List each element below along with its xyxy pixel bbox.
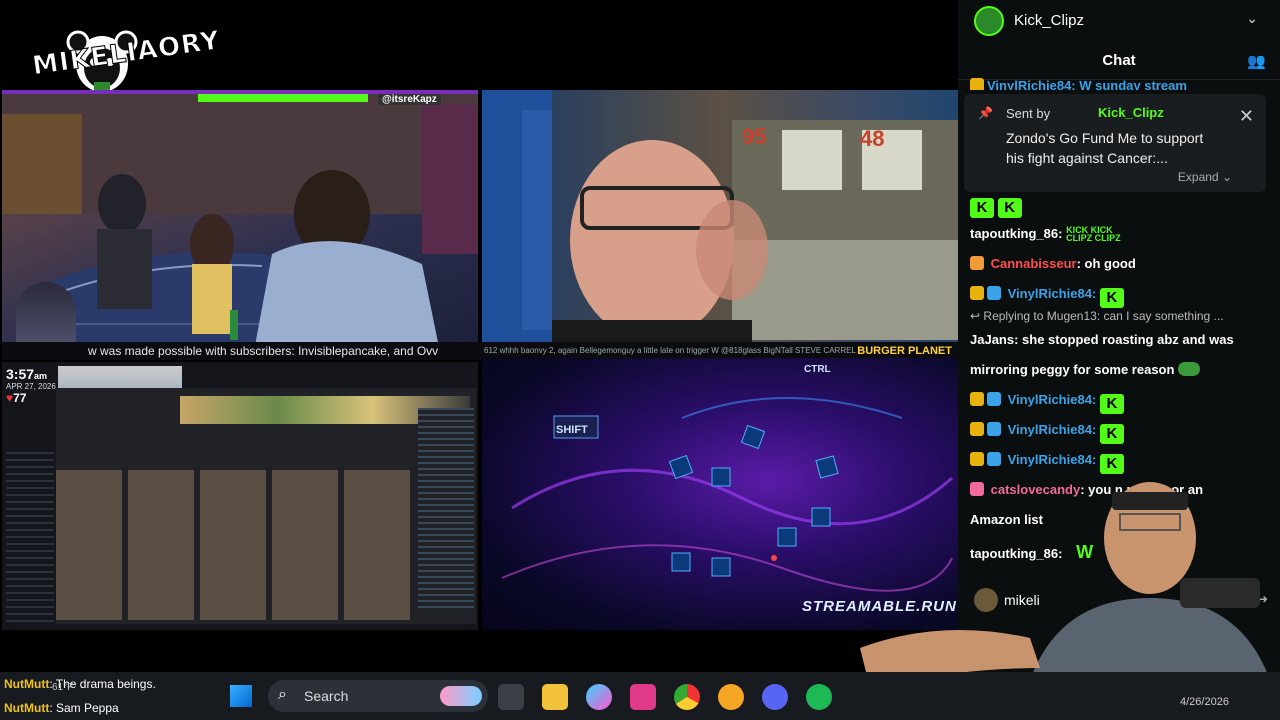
expand-button[interactable]: Expand ⌄: [1178, 170, 1232, 184]
chrome-icon[interactable]: [674, 684, 700, 710]
reply-context: ↩ Replying to Mugen13: can I say somethi…: [970, 309, 1224, 323]
windows-start-icon[interactable]: [230, 685, 252, 707]
browser-window: [56, 388, 476, 624]
chat-message: Cannabisseur: oh good: [970, 256, 1136, 271]
overlay-bar: [198, 94, 368, 102]
channel-name[interactable]: Kick_Clipz: [1014, 12, 1084, 29]
pepe-emote-icon: [1178, 362, 1201, 376]
chat-message: VinylRichie84: K: [970, 286, 1124, 308]
chat-text: : she stopped roasting abz and was: [1014, 332, 1234, 347]
price-tag-2: 48: [860, 126, 885, 151]
chat-username[interactable]: VinylRichie84:: [1008, 452, 1097, 467]
reply-icon: ↩: [970, 309, 981, 323]
stream-panel-desktop: 3:57am APR 27, 2026 ♥77: [2, 362, 478, 630]
clock-time: 3:57am: [6, 366, 48, 382]
task-view-icon[interactable]: [498, 684, 524, 710]
viewer-count: ♥77: [6, 391, 27, 405]
discord-icon[interactable]: [762, 684, 788, 710]
overlay-handle: @itsreKapz: [378, 94, 441, 105]
clock-overlay: 3:57am APR 27, 2026 ♥77: [6, 366, 56, 412]
channel-avatar[interactable]: [974, 6, 1004, 36]
bottom-chat-overlay: NutMutt: The drama beings. NutMutt: Sam …: [4, 672, 156, 720]
picsart-icon[interactable]: [630, 684, 656, 710]
chat-top-partial: VinylRichie84: W sunday stream: [970, 78, 1187, 90]
chat-username[interactable]: VinylRichie84:: [1008, 286, 1097, 301]
users-icon[interactable]: 👥: [1247, 52, 1266, 70]
fish-market-scene: [482, 90, 958, 344]
chat-text: mirroring peggy for some reason: [970, 362, 1175, 377]
search-label: Search: [304, 688, 349, 704]
kick-emote-icon: K: [970, 198, 994, 218]
kick-emote-icon: K: [1099, 288, 1124, 308]
copilot-icon[interactable]: [586, 684, 612, 710]
taskbar-clock[interactable]: 4/26/2026: [1180, 696, 1229, 708]
stream-panel-fish-market: 95 48: [482, 90, 958, 344]
spotify-icon[interactable]: [806, 684, 832, 710]
chat-message: VinylRichie84: K: [970, 422, 1124, 444]
crown-badge-icon: [970, 422, 984, 436]
chat-message: VinylRichie84: K: [970, 392, 1124, 414]
chat-username[interactable]: VinylRichie84:: [1008, 392, 1097, 407]
sun-app-icon[interactable]: [718, 684, 744, 710]
file-explorer-icon[interactable]: [542, 684, 568, 710]
bottom-chat-line: NutMutt: The drama beings.: [4, 672, 156, 696]
close-icon[interactable]: ✕: [1239, 106, 1254, 127]
sidebar-list: [6, 452, 54, 622]
chevron-down-icon[interactable]: ⌄: [1246, 10, 1258, 27]
shift-key-label: SHIFT: [556, 424, 588, 436]
chat-username[interactable]: VinylRichie84:: [1008, 422, 1097, 437]
sub-badge-icon: [987, 422, 1001, 436]
kick-emote-icon: K: [1099, 394, 1124, 414]
stream-panel-casino: @itsreKapz: [2, 90, 478, 358]
pin-icon: 📌: [978, 106, 993, 120]
clock-date: APR 27, 2026: [6, 382, 56, 391]
badge-icon: [970, 256, 984, 270]
ctrl-key-label: CTRL: [804, 364, 831, 375]
chat-title: Chat: [1102, 52, 1136, 69]
bottom-chat-user: NutMutt: [4, 701, 50, 715]
ticker-left: w was made possible with subscribers: In…: [88, 344, 439, 358]
crown-badge-icon: [970, 78, 984, 90]
chat-message: tapoutking_86: KICK KICK CLIPZ CLIPZ: [970, 225, 1126, 243]
chat-header: Kick_Clipz ⌄ Chat 👥: [958, 0, 1280, 80]
chat-text: : oh good: [1076, 256, 1136, 271]
crown-badge-icon: [970, 392, 984, 406]
chat-username[interactable]: tapoutking_86:: [970, 226, 1062, 241]
search-icon: ⌕: [278, 686, 287, 703]
bottom-chat-user: NutMutt: [4, 677, 50, 691]
search-highlight-icon: [440, 686, 482, 706]
pinned-message: 📌 Sent by Kick_Clipz Zondo's Go Fund Me …: [964, 94, 1266, 192]
pinned-sender[interactable]: Kick_Clipz: [1098, 105, 1164, 120]
chat-username[interactable]: Cannabisseur: [991, 256, 1077, 271]
bottom-chat-line: NutMutt: Sam Peppa: [4, 696, 156, 720]
chat-message: JaJans: she stopped roasting abz and was: [970, 332, 1234, 347]
chat-username[interactable]: JaJans: [970, 332, 1014, 347]
sub-badge-icon: [987, 392, 1001, 406]
crown-badge-icon: [970, 286, 984, 300]
price-tag-1: 95: [742, 124, 767, 149]
pinned-text: Zondo's Go Fund Me to support his fight …: [1006, 130, 1204, 166]
bottom-chat-text: : Sam Peppa: [49, 701, 119, 715]
kick-clipz-emote: KICK KICK CLIPZ CLIPZ: [1066, 225, 1121, 243]
sub-badge-icon: [987, 286, 1001, 300]
taskbar-search[interactable]: ⌕ Search: [268, 680, 488, 712]
kick-emote-icon: K: [997, 198, 1022, 218]
sub-badge-icon: [987, 452, 1001, 466]
pinned-sent-by: Sent by: [1006, 106, 1051, 121]
weather-temp[interactable]: 61°F: [52, 682, 73, 693]
chat-message-cont: mirroring peggy for some reason: [970, 362, 1201, 377]
kick-emote-icon: K: [1099, 424, 1124, 444]
crown-badge-icon: [970, 452, 984, 466]
chat-message: K K: [970, 196, 1022, 218]
